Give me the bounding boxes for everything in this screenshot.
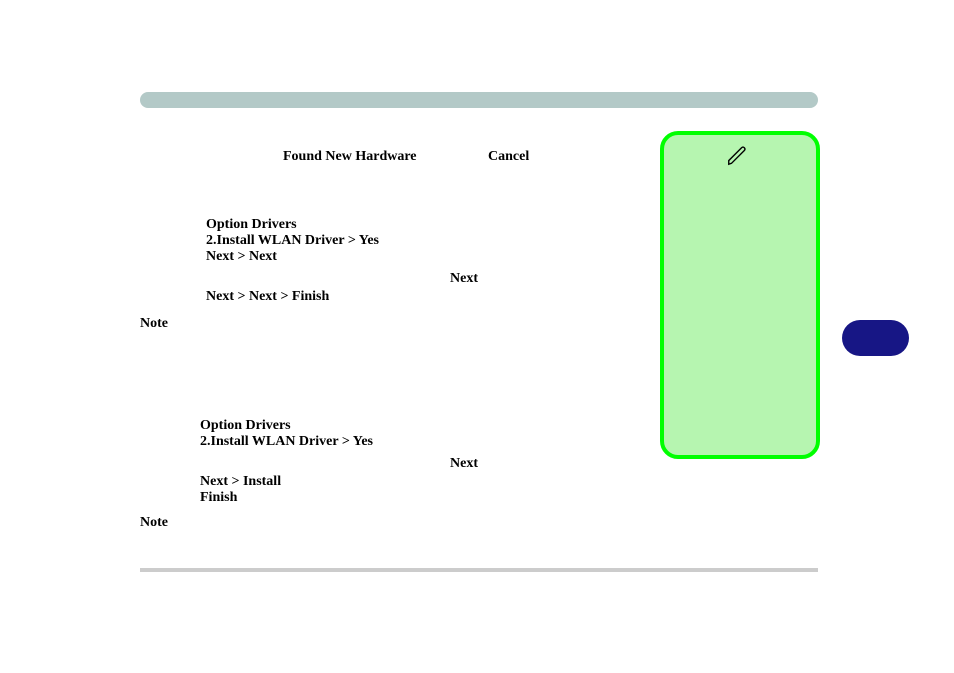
pen-icon <box>726 145 748 172</box>
side-tab[interactable] <box>842 320 909 356</box>
header-bar <box>140 92 818 108</box>
label-install-wlan-2: 2.Install WLAN Driver > Yes <box>200 434 373 450</box>
label-next-right-2: Next <box>450 456 478 472</box>
label-install-wlan-1: 2.Install WLAN Driver > Yes <box>206 233 379 249</box>
label-option-drivers-1: Option Drivers <box>206 217 297 233</box>
label-next-install: Next > Install <box>200 474 281 490</box>
label-note-1: Note <box>140 316 168 332</box>
heading-cancel: Cancel <box>488 149 529 165</box>
sidebar-highlight-box <box>660 131 820 459</box>
label-note-2: Note <box>140 515 168 531</box>
label-option-drivers-2: Option Drivers <box>200 418 291 434</box>
label-next-next-1: Next > Next <box>206 249 277 265</box>
heading-found-new-hardware: Found New Hardware <box>283 149 417 165</box>
label-next-next-finish: Next > Next > Finish <box>206 289 329 305</box>
label-next-right-1: Next <box>450 271 478 287</box>
footer-rule <box>140 568 818 572</box>
label-finish: Finish <box>200 490 237 506</box>
